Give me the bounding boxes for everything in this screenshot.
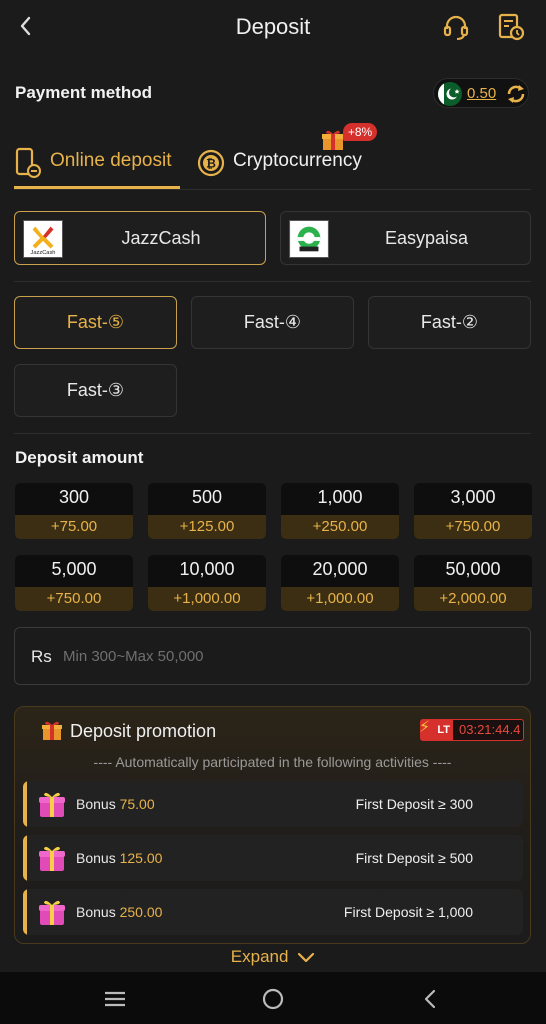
gift-box-icon — [39, 792, 65, 817]
amount-bonus: +750.00 — [15, 587, 133, 611]
easypaisa-logo — [289, 220, 329, 258]
divider — [14, 433, 531, 434]
promotion-subtitle: ---- Automatically participated in the f… — [93, 754, 452, 770]
promotion-row: Bonus 125.00 First Deposit ≥ 500 — [23, 835, 523, 881]
row-accent — [23, 835, 27, 881]
channel-fast-3[interactable]: Fast-③ — [14, 364, 177, 417]
expand-label: Expand — [230, 947, 289, 966]
header: Deposit — [0, 0, 546, 56]
currency-prefix: Rs — [31, 647, 52, 666]
bonus-condition: First Deposit ≥ 300 — [355, 796, 473, 812]
amount-input[interactable]: Rs Min 300~Max 50,000 — [14, 627, 531, 685]
divider — [14, 189, 531, 190]
bonus-text: Bonus 250.00 — [76, 904, 163, 920]
headset-icon[interactable] — [441, 12, 471, 42]
provider-jazzcash[interactable]: JazzCash JazzCash — [14, 211, 266, 265]
bonus-condition: First Deposit ≥ 500 — [355, 850, 473, 866]
amount-value: 500 — [191, 487, 223, 507]
amount-option-50000[interactable]: 50,000 +2,000.00 — [414, 555, 532, 611]
deposit-promotion-panel: Deposit promotion LT ⚡ 03:21:44.4 ---- A… — [14, 706, 531, 944]
balance-value[interactable]: 0.50 — [467, 85, 496, 102]
pakistan-flag-icon — [438, 82, 462, 106]
amount-bonus: +1,000.00 — [281, 587, 399, 611]
promotion-row: Bonus 75.00 First Deposit ≥ 300 — [23, 781, 523, 827]
refresh-icon[interactable] — [504, 82, 528, 106]
jazzcash-logo: JazzCash — [23, 220, 63, 258]
amount-bonus: +750.00 — [414, 515, 532, 539]
amount-option-10000[interactable]: 10,000 +1,000.00 — [148, 555, 266, 611]
tab-label: Online deposit — [50, 150, 172, 171]
expand-button[interactable]: Expand — [0, 947, 546, 967]
deposit-tabs: Online deposit ₿ Cryptocurrency — [0, 120, 546, 190]
phone-deposit-icon — [15, 147, 41, 178]
bonus-condition: First Deposit ≥ 1,000 — [343, 904, 473, 920]
amount-placeholder: Min 300~Max 50,000 — [63, 648, 204, 665]
history-icon[interactable] — [496, 12, 526, 42]
bitcoin-icon: ₿ — [197, 149, 225, 177]
balance-pill[interactable]: 0.50 — [433, 78, 529, 108]
menu-icon[interactable] — [102, 986, 128, 1012]
provider-label: JazzCash — [121, 228, 201, 248]
channel-fast-2[interactable]: Fast-② — [368, 296, 531, 349]
deposit-amount-title: Deposit amount — [15, 448, 144, 467]
amount-bonus: +125.00 — [148, 515, 266, 539]
provider-label: Easypaisa — [384, 228, 469, 248]
tab-label: Cryptocurrency — [233, 150, 362, 171]
amount-option-1000[interactable]: 1,000 +250.00 — [281, 483, 399, 539]
amount-value: 20,000 — [312, 559, 368, 579]
gift-box-icon — [39, 846, 65, 871]
tab-online-deposit[interactable]: Online deposit — [14, 120, 184, 190]
chevron-down-icon — [298, 952, 315, 962]
amount-value: 50,000 — [445, 559, 501, 579]
amount-bonus: +250.00 — [281, 515, 399, 539]
row-accent — [23, 889, 27, 935]
amount-value: 3,000 — [450, 487, 496, 507]
amount-bonus: +75.00 — [15, 515, 133, 539]
amount-option-3000[interactable]: 3,000 +750.00 — [414, 483, 532, 539]
bonus-text: Bonus 75.00 — [76, 796, 155, 812]
promotion-title: Deposit promotion — [70, 721, 217, 741]
amount-option-5000[interactable]: 5,000 +750.00 — [15, 555, 133, 611]
promotion-timer: LT ⚡ 03:21:44.4 — [419, 719, 524, 741]
amount-option-500[interactable]: 500 +125.00 — [148, 483, 266, 539]
amount-bonus: +1,000.00 — [148, 587, 266, 611]
system-nav-bar — [0, 972, 546, 1024]
amount-option-300[interactable]: 300 +75.00 — [15, 483, 133, 539]
amount-value: 300 — [58, 487, 90, 507]
jazzcash-logo-text: JazzCash — [31, 250, 56, 256]
gift-box-icon — [39, 900, 65, 925]
amount-value: 5,000 — [51, 559, 97, 579]
bonus-text: Bonus 125.00 — [76, 850, 163, 866]
provider-easypaisa[interactable]: Easypaisa — [280, 211, 531, 265]
channel-fast-5[interactable]: Fast-⑤ — [14, 296, 177, 349]
amount-bonus: +2,000.00 — [414, 587, 532, 611]
gift-icon — [42, 721, 62, 740]
crypto-bonus-badge: +8% — [343, 123, 377, 141]
promotion-row: Bonus 250.00 First Deposit ≥ 1,000 — [23, 889, 523, 935]
amount-option-20000[interactable]: 20,000 +1,000.00 — [281, 555, 399, 611]
home-icon[interactable] — [260, 986, 286, 1012]
divider — [14, 281, 531, 282]
svg-text:₿: ₿ — [206, 157, 216, 171]
back-nav-icon[interactable] — [418, 986, 444, 1012]
row-accent — [23, 781, 27, 827]
lightning-icon: ⚡ — [419, 719, 431, 736]
amount-value: 1,000 — [317, 487, 363, 507]
payment-method-title: Payment method — [15, 83, 152, 102]
countdown: 03:21:44.4 — [459, 722, 521, 737]
amount-value: 10,000 — [179, 559, 235, 579]
channel-fast-4[interactable]: Fast-④ — [191, 296, 354, 349]
